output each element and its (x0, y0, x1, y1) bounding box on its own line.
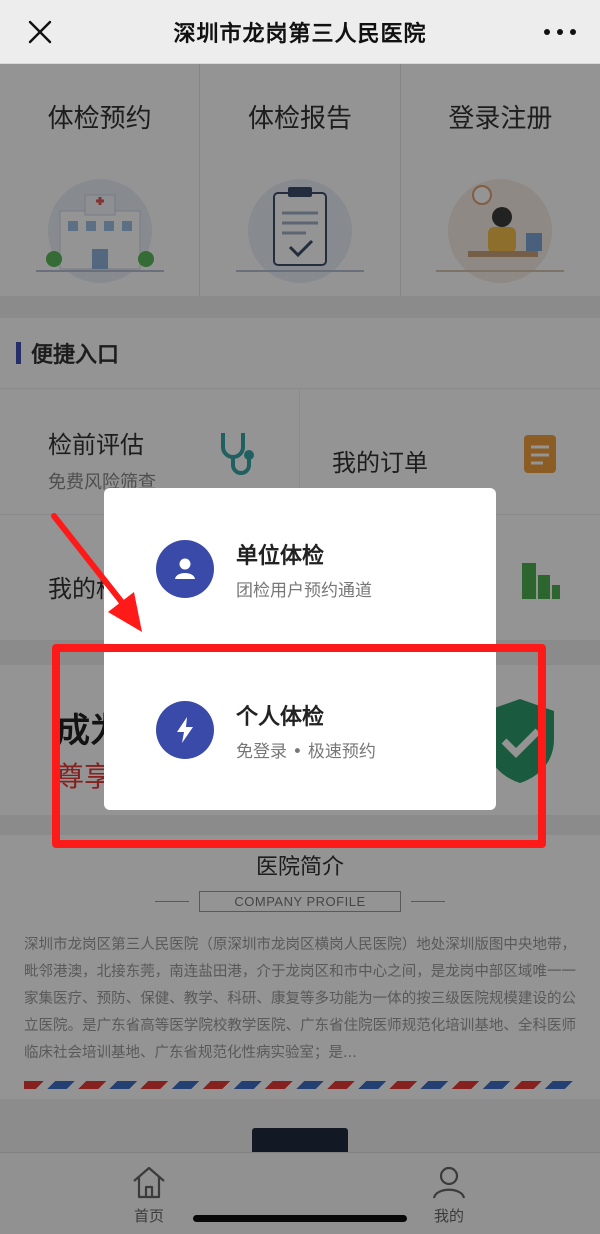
title-bar: 深圳市龙岗第三人民医院 (0, 0, 600, 64)
user-icon (156, 540, 214, 598)
more-icon[interactable] (544, 18, 576, 46)
option-subtitle: 团检用户预约通道 (236, 581, 372, 601)
page: 深圳市龙岗第三人民医院 体检预约 体检报告 登录注册 便捷入口 检前评估 免费风… (0, 0, 600, 1234)
option-group-exam[interactable]: 单位体检 团检用户预约通道 (104, 488, 496, 649)
close-icon[interactable] (26, 18, 54, 46)
option-title: 单位体检 (236, 544, 325, 569)
highlight-box (52, 644, 546, 848)
page-title: 深圳市龙岗第三人民医院 (173, 21, 427, 47)
